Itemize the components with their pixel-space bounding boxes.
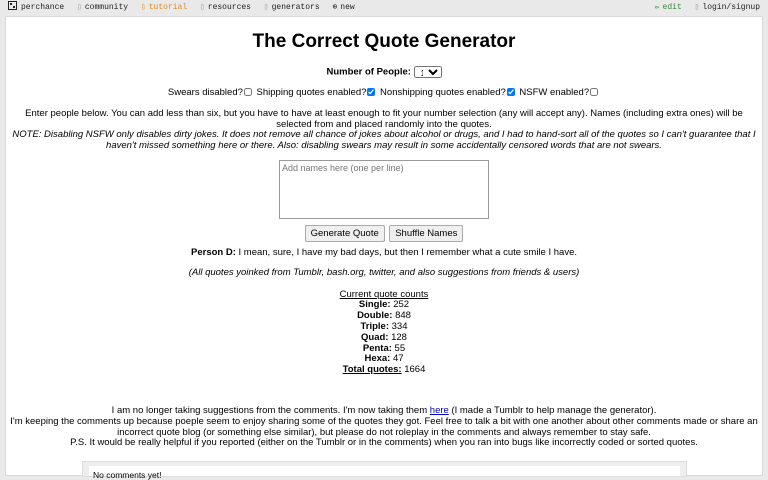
instructions-line-1: Enter people below. You can add less tha… — [25, 108, 743, 119]
nav-edit[interactable]: ✏ edit — [655, 0, 682, 16]
nav-generators[interactable]: ▯ generators — [264, 0, 320, 16]
people-select[interactable]: 1 — [413, 66, 442, 78]
count-value: 334 — [391, 321, 408, 332]
count-label: Hexa: — [364, 353, 391, 364]
note-line-2: haven't missed something here or there. … — [106, 140, 662, 151]
footer-line-1: I am no longer taking suggestions from t… — [6, 405, 762, 416]
page-title: The Correct Quote Generator — [252, 31, 516, 52]
generators-icon: ▯ — [263, 3, 269, 12]
perchance-logo-icon — [8, 1, 17, 10]
nav-tutorial[interactable]: ▯ tutorial — [141, 0, 187, 16]
quote-output: Person D: I mean, sure, I have my bad da… — [6, 247, 762, 258]
count-label: Single: — [358, 299, 391, 310]
options-row: Swears disabled? Shipping quotes enabled… — [6, 87, 762, 98]
button-row: Generate Quote Shuffle Names — [6, 223, 762, 242]
nav-new[interactable]: ⊕ new — [332, 0, 354, 16]
generate-quote-button[interactable]: Generate Quote — [304, 225, 385, 242]
people-label: Number of People: — [326, 66, 411, 78]
count-value: 848 — [395, 310, 411, 321]
nav-resources[interactable]: ▯ resources — [200, 0, 251, 16]
footer-text-a: I am no longer taking suggestions from t… — [111, 405, 428, 416]
comments-section: No comments yet! — [82, 461, 687, 480]
count-label: Double: — [357, 310, 393, 321]
total-label: Total quotes: — [342, 364, 402, 375]
comments-empty: No comments yet! — [89, 466, 680, 480]
nonshipping-checkbox[interactable] — [506, 88, 515, 96]
tumblr-link[interactable]: here — [430, 405, 449, 416]
nonshipping-label: Nonshipping quotes enabled? — [380, 87, 506, 98]
quote-speaker: Person D: — [191, 247, 236, 258]
count-row: Quad: 128 — [6, 332, 762, 343]
community-icon: ▯ — [77, 3, 82, 12]
pencil-icon: ✏ — [654, 3, 660, 12]
count-row: Hexa: 47 — [6, 353, 762, 364]
footer-line-4: P.S. It would be really helpful if you r… — [70, 437, 698, 448]
total-value: 1664 — [404, 364, 426, 375]
nsfw-checkbox[interactable] — [590, 88, 599, 96]
shipping-checkbox[interactable] — [367, 88, 376, 96]
sources-note: (All quotes yoinked from Tumblr, bash.or… — [188, 267, 580, 278]
nsfw-label: NSFW enabled? — [519, 87, 590, 98]
generator-panel: The Correct Quote Generator Number of Pe… — [5, 16, 763, 480]
count-row: Double: 848 — [6, 310, 762, 321]
names-input[interactable] — [279, 160, 489, 219]
footer-line-2: I'm keeping the comments up because poep… — [10, 416, 758, 427]
plus-icon: ⊕ — [332, 3, 338, 12]
count-label: Quad: — [361, 332, 389, 343]
people-row: Number of People: 1 — [6, 66, 762, 78]
count-row: Single: 252 — [6, 299, 762, 310]
swears-checkbox[interactable] — [243, 88, 252, 96]
swears-label: Swears disabled? — [167, 87, 243, 98]
count-value: 47 — [392, 353, 404, 364]
shipping-label: Shipping quotes enabled? — [256, 87, 367, 98]
tutorial-icon: ▯ — [140, 3, 146, 12]
count-row: Triple: 334 — [6, 321, 762, 332]
count-value: 128 — [391, 332, 407, 343]
nav-community[interactable]: ▯ community — [77, 0, 128, 16]
quote-text: I mean, sure, I have my bad days, but th… — [238, 247, 577, 258]
note-line-1: NOTE: Disabling NSFW only disables dirty… — [12, 129, 756, 140]
shuffle-names-button[interactable]: Shuffle Names — [389, 225, 464, 242]
nav-home[interactable]: perchance — [8, 0, 64, 16]
resources-icon: ▯ — [199, 3, 205, 12]
nav-login[interactable]: ▯ login/signup — [695, 0, 760, 16]
login-icon: ▯ — [694, 3, 700, 12]
total-row: Total quotes: 1664 — [6, 364, 762, 375]
top-nav: perchance ▯ community ▯ tutorial ▯ resource… — [0, 0, 768, 16]
count-label: Triple: — [360, 321, 389, 332]
count-value: 252 — [393, 299, 410, 310]
footer-text-b: (I made a Tumblr to help manage the gene… — [451, 405, 657, 416]
